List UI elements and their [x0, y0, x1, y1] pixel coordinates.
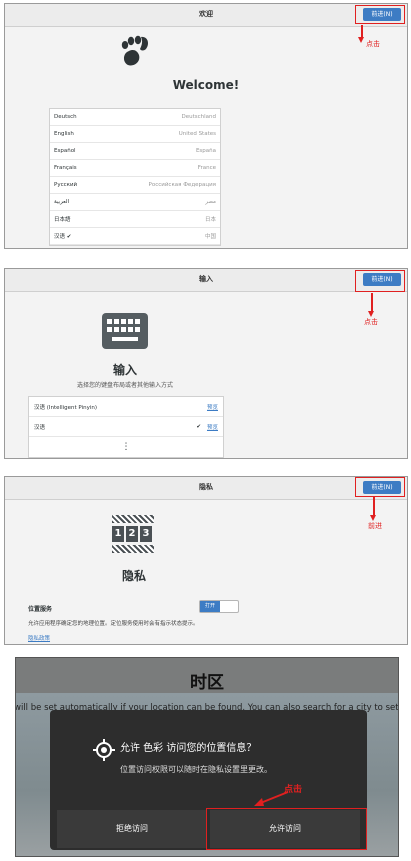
annotation-label: 点击 — [364, 318, 378, 326]
language-row-selected[interactable]: 汉语 ✔ 中国 — [50, 228, 220, 245]
privacy-icon: 1 2 3 — [112, 515, 154, 557]
language-name: Deutsch — [54, 114, 77, 120]
location-target-icon — [93, 739, 115, 761]
input-screen: 输入 前进(N) 点击 输入 选择您的键盘布局或者其他输入方式 汉语 (Inte… — [4, 268, 408, 459]
input-source-name: 汉语 — [34, 424, 46, 431]
input-source-name: 汉语 (Intelligent Pinyin) — [34, 404, 98, 411]
language-name: العربية — [54, 199, 70, 205]
language-row[interactable]: English United States — [50, 126, 220, 143]
location-toggle[interactable]: 打开 — [199, 600, 239, 613]
digit-tile: 1 — [112, 526, 124, 542]
more-icon: ⋮ — [121, 442, 131, 452]
language-row[interactable]: 日本語 日本 — [50, 211, 220, 228]
language-region: مصر — [205, 199, 216, 205]
language-region: España — [195, 148, 216, 154]
language-name: Español — [54, 148, 76, 154]
language-list: Deutsch Deutschland English United States … — [49, 108, 221, 246]
input-source-list: 汉语 (Intelligent Pinyin) 预览 汉语 ✔ 预览 ⋮ — [28, 396, 224, 458]
language-name: 日本語 — [54, 217, 71, 223]
keyboard-icon — [102, 313, 148, 349]
language-row[interactable]: Deutsch Deutschland — [50, 109, 220, 126]
welcome-heading: Welcome! — [172, 78, 240, 92]
header-title: 隐私 — [199, 483, 213, 491]
location-permission-dialog: 允许 色彩 访问您的位置信息？ 位置访问权限可以随时在隐私设置里更改。 拒绝访问… — [50, 710, 367, 850]
language-row[interactable]: العربية مصر — [50, 194, 220, 211]
language-row[interactable]: Français France — [50, 160, 220, 177]
privacy-screen: 隐私 前进(N) 前进 1 2 3 隐私 位置服务 打开 允许应用程序确定您的地… — [4, 476, 408, 645]
page-title: 隐私 — [121, 569, 146, 583]
page-description: 选择您的键盘布局或者其他输入方式 — [76, 382, 173, 389]
digit-tile: 2 — [126, 526, 138, 542]
preview-link[interactable]: 预览 — [207, 403, 218, 411]
language-name: 汉语 — [54, 234, 66, 240]
annotation-label: 点击 — [366, 40, 380, 48]
highlight-box — [355, 5, 405, 24]
language-name: English — [54, 131, 74, 137]
preview-link[interactable]: 预览 — [207, 423, 218, 431]
pattern-stripe — [112, 515, 154, 523]
language-region: France — [197, 165, 216, 171]
language-name: Français — [54, 165, 77, 171]
language-name: Русский — [54, 182, 78, 188]
language-region: Deutschland — [181, 114, 216, 120]
language-row[interactable]: Русский Российская Федерация — [50, 177, 220, 194]
language-region: 中国 — [204, 234, 216, 240]
highlight-box — [206, 808, 367, 850]
page-title: 输入 — [112, 363, 137, 377]
highlight-box — [355, 270, 405, 292]
timezone-screen: 时区 will be set automatically if your loc… — [15, 657, 399, 857]
header-title: 欢迎 — [199, 10, 213, 18]
annotation-label: 前进 — [368, 522, 382, 530]
pattern-stripe — [112, 545, 154, 553]
gnome-foot-logo-icon — [121, 35, 149, 66]
language-region: Российская Федерация — [148, 182, 216, 188]
welcome-screen: 欢迎 前进(N) 点击 Welcome! Deutsch Deutschland … — [4, 3, 408, 249]
language-region: 日本 — [204, 217, 216, 223]
language-row[interactable]: Español España — [50, 143, 220, 160]
input-source-row[interactable]: 汉语 ✔ 预览 — [29, 417, 223, 437]
annotation-label: 点击 — [284, 785, 303, 795]
header-title: 输入 — [199, 275, 213, 283]
page-title: 时区 — [190, 673, 224, 693]
header-bar: 输入 前进(N) — [5, 269, 407, 292]
digit-tile: 3 — [140, 526, 152, 542]
dialog-title: 允许 色彩 访问您的位置信息？ — [120, 743, 257, 754]
language-region: United States — [178, 131, 216, 137]
dialog-body: 位置访问权限可以随时在隐私设置里更改。 — [120, 765, 272, 774]
header-bar: 隐私 前进(N) — [5, 477, 407, 500]
header-bar: 欢迎 前进(N) — [5, 4, 407, 27]
highlight-box — [355, 477, 405, 497]
input-source-row[interactable]: 汉语 (Intelligent Pinyin) 预览 — [29, 397, 223, 417]
location-description: 允许应用程序确定您的地理位置。定位服务使用时会有指示状态提示。 — [28, 621, 199, 627]
more-sources-row[interactable]: ⋮ — [29, 437, 223, 457]
check-icon: ✔ — [196, 423, 201, 430]
check-icon: ✔ — [66, 234, 72, 240]
toggle-on-label: 打开 — [200, 601, 220, 612]
privacy-policy-link[interactable]: 隐私政策 — [28, 634, 50, 642]
deny-access-button[interactable]: 拒绝访问 — [57, 810, 207, 848]
location-services-label: 位置服务 — [28, 606, 53, 613]
